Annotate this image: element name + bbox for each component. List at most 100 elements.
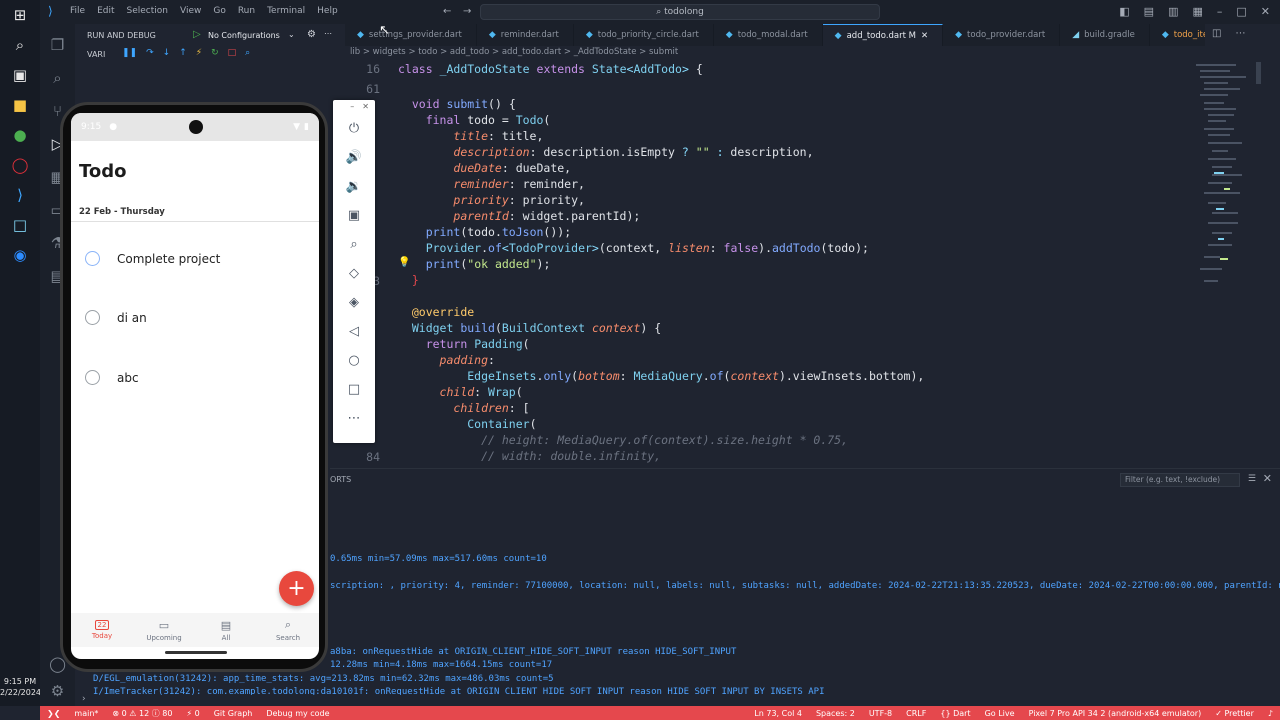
stop-icon[interactable]: □ — [228, 48, 237, 58]
step-over-icon[interactable]: ↷ — [146, 48, 154, 58]
command-center-search[interactable]: ⌕ todolong — [480, 4, 880, 20]
menu-file[interactable]: File — [70, 6, 85, 16]
nav-today[interactable]: 22 Today — [71, 613, 133, 647]
menu-edit[interactable]: Edit — [97, 6, 114, 16]
console-prompt-icon[interactable]: › — [82, 694, 86, 704]
breadcrumb[interactable]: lib > widgets > todo > add_todo > add_to… — [350, 47, 678, 57]
tab-add-todo[interactable]: ◆ add_todo.dart M ✕ — [822, 24, 944, 46]
app-icon[interactable]: □ — [0, 210, 40, 240]
layout-customize-icon[interactable]: ▦ — [1192, 5, 1202, 18]
go-live-button[interactable]: Go Live — [978, 709, 1022, 718]
volume-down-icon[interactable]: 🔉 — [333, 172, 375, 201]
todo-checkbox[interactable] — [85, 370, 100, 385]
pause-icon[interactable]: ❚❚ — [122, 48, 137, 58]
explorer-icon[interactable]: ❐ — [40, 28, 75, 61]
restart-icon[interactable]: ↻ — [211, 48, 219, 58]
taskbar-search-icon[interactable]: ⌕ — [0, 30, 40, 60]
git-graph-button[interactable]: Git Graph — [207, 709, 260, 718]
hot-reload-icon[interactable]: ⚡ — [196, 48, 202, 58]
step-into-icon[interactable]: ↓ — [163, 48, 171, 58]
start-debug-icon[interactable]: ▷ — [193, 29, 201, 40]
todo-checkbox[interactable] — [85, 251, 100, 266]
variables-section[interactable]: VARI — [87, 50, 105, 59]
file-explorer-icon[interactable]: ■ — [0, 90, 40, 120]
editor-more-icon[interactable]: ⋯ — [1235, 28, 1245, 39]
menu-help[interactable]: Help — [317, 6, 338, 16]
tab-todo-item-detail[interactable]: ◆ todo_item_detail.dart 1 — [1150, 24, 1205, 46]
rotate-left-icon[interactable]: ◇ — [333, 259, 375, 288]
todo-item[interactable]: di an — [85, 310, 147, 325]
menu-selection[interactable]: Selection — [127, 6, 168, 16]
layout-panel-icon[interactable]: ▤ — [1144, 5, 1154, 18]
add-todo-fab[interactable]: + — [279, 571, 314, 606]
menu-run[interactable]: Run — [238, 6, 255, 16]
debug-settings-gear-icon[interactable]: ⚙ — [307, 29, 316, 40]
android-emulator[interactable]: 9:15 ● ▼ ▮ Todo 22 Feb - Thursday Comple… — [60, 102, 328, 672]
overview-icon[interactable]: □ — [333, 375, 375, 404]
volume-up-icon[interactable]: 🔊 — [333, 143, 375, 172]
code-editor[interactable]: 16 61 3 84 class _AddTodoState extends S… — [330, 62, 1190, 466]
layout-secondary-icon[interactable]: ▥ — [1168, 5, 1178, 18]
more-options-icon[interactable]: ⋯ — [333, 404, 375, 433]
tab-todo-provider[interactable]: ◆ todo_provider.dart — [943, 24, 1061, 46]
close-window-icon[interactable]: ✕ — [1261, 5, 1270, 18]
settings-gear-icon[interactable]: ⚙ — [40, 674, 75, 707]
rotate-right-icon[interactable]: ◈ — [333, 288, 375, 317]
split-editor-icon[interactable]: ◫ — [1212, 28, 1221, 39]
zoom-icon[interactable]: ◉ — [0, 240, 40, 270]
search-view-icon[interactable]: ⌕ — [40, 61, 75, 94]
menu-go[interactable]: Go — [213, 6, 225, 16]
gesture-home-bar[interactable] — [165, 651, 227, 654]
menu-terminal[interactable]: Terminal — [267, 6, 305, 16]
chrome-icon[interactable]: ● — [0, 120, 40, 150]
encoding[interactable]: UTF-8 — [862, 709, 899, 718]
minimize-icon[interactable]: – — [1217, 5, 1223, 18]
close-panel-icon[interactable]: ✕ — [1263, 472, 1272, 485]
nav-forward-icon[interactable]: → — [463, 6, 471, 17]
back-icon[interactable]: ◁ — [333, 317, 375, 346]
indentation[interactable]: Spaces: 2 — [809, 709, 862, 718]
tab-todo-priority-circle[interactable]: ◆ todo_priority_circle.dart — [574, 24, 714, 46]
nav-back-icon[interactable]: ← — [443, 6, 451, 17]
nav-all[interactable]: ▤ All — [195, 613, 257, 647]
todo-item[interactable]: Complete project — [85, 251, 220, 266]
debug-status[interactable]: Debug my code — [259, 709, 336, 718]
minimap[interactable] — [1190, 62, 1262, 302]
windows-start-icon[interactable]: ⊞ — [0, 0, 40, 30]
task-view-icon[interactable]: ▣ — [0, 60, 40, 90]
lightbulb-icon[interactable]: 💡 — [398, 257, 410, 268]
tab-reminder[interactable]: ◆ reminder.dart — [477, 24, 574, 46]
close-tab-icon[interactable]: ✕ — [921, 31, 928, 41]
cursor-position[interactable]: Ln 73, Col 4 — [747, 709, 809, 718]
emulator-close-icon[interactable]: ✕ — [362, 102, 369, 114]
chevron-down-icon[interactable]: ⌄ — [288, 30, 295, 39]
language-mode[interactable]: {} Dart — [933, 709, 977, 718]
opera-icon[interactable]: ◯ — [0, 150, 40, 180]
menu-view[interactable]: View — [180, 6, 201, 16]
ports-indicator[interactable]: ⚡ 0 — [179, 709, 206, 718]
clear-console-icon[interactable]: ☰ — [1248, 474, 1256, 484]
vscode-icon[interactable]: ⟩ — [0, 180, 40, 210]
nav-search[interactable]: ⌕ Search — [257, 613, 319, 647]
power-icon[interactable]: ⏻ — [333, 114, 375, 143]
camera-icon[interactable]: ▣ — [333, 201, 375, 230]
home-icon[interactable]: ○ — [333, 346, 375, 375]
git-branch[interactable]: main* — [67, 709, 105, 718]
device-selector[interactable]: Pixel 7 Pro API 34 2 (android-x64 emulat… — [1022, 709, 1209, 718]
tab-settings-provider[interactable]: ◆ settings_provider.dart — [345, 24, 477, 46]
tab-build-gradle[interactable]: ◢ build.gradle — [1060, 24, 1150, 46]
tab-todo-modal[interactable]: ◆ todo_modal.dart — [714, 24, 823, 46]
devtools-icon[interactable]: ⌕ — [245, 48, 250, 58]
notifications-bell-icon[interactable]: ♪ — [1261, 709, 1280, 718]
config-select[interactable]: No Configurations — [208, 31, 280, 40]
layout-sidebar-icon[interactable]: ◧ — [1119, 5, 1129, 18]
taskbar-clock[interactable]: 9:15 PM 2/22/2024 — [0, 676, 41, 698]
step-out-icon[interactable]: ↑ — [179, 48, 187, 58]
zoom-icon[interactable]: ⌕ — [333, 230, 375, 259]
phone-screen[interactable]: 9:15 ● ▼ ▮ Todo 22 Feb - Thursday Comple… — [71, 113, 319, 659]
todo-item[interactable]: abc — [85, 370, 139, 385]
problems-indicator[interactable]: ⊗ 0 ⚠ 12 ⓘ 80 — [105, 708, 179, 719]
prettier-status[interactable]: ✓ Prettier — [1208, 709, 1261, 718]
emulator-minimize-icon[interactable]: – — [350, 102, 354, 114]
nav-upcoming[interactable]: ▭ Upcoming — [133, 613, 195, 647]
